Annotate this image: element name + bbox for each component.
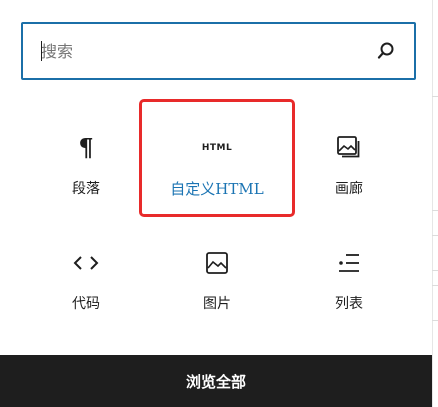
search-icon bbox=[377, 42, 394, 59]
browse-all-label: 浏览全部 bbox=[185, 372, 246, 391]
block-label: 段落 bbox=[72, 181, 100, 197]
block-label: 图片 bbox=[203, 296, 231, 312]
background-edge bbox=[432, 0, 438, 407]
block-list[interactable]: 列表 bbox=[284, 215, 414, 315]
code-icon bbox=[72, 245, 100, 281]
block-paragraph[interactable]: ¶ 段落 bbox=[21, 100, 151, 200]
block-gallery[interactable]: 画廊 bbox=[284, 100, 414, 200]
block-image[interactable]: 图片 bbox=[152, 215, 282, 315]
search-input[interactable] bbox=[23, 24, 358, 78]
background-divider bbox=[432, 96, 438, 97]
selection-highlight bbox=[139, 99, 295, 217]
search-button[interactable] bbox=[358, 24, 414, 78]
block-label: 代码 bbox=[72, 296, 100, 312]
browse-all-button[interactable]: 浏览全部 bbox=[0, 355, 432, 407]
search-box bbox=[21, 22, 416, 80]
block-inserter-panel: ¶ 段落 HTML 自定义HTML 画廊 代码 bbox=[0, 0, 432, 407]
background-divider bbox=[432, 235, 438, 236]
background-divider bbox=[432, 210, 438, 211]
background-divider bbox=[432, 270, 438, 271]
background-divider bbox=[432, 285, 438, 286]
gallery-icon bbox=[336, 130, 362, 166]
block-label: 列表 bbox=[335, 296, 363, 312]
text-cursor bbox=[41, 41, 42, 61]
image-icon bbox=[204, 245, 230, 281]
background-divider bbox=[432, 320, 438, 321]
list-icon bbox=[336, 245, 362, 281]
block-code[interactable]: 代码 bbox=[21, 215, 151, 315]
block-label: 画廊 bbox=[335, 181, 363, 197]
paragraph-icon: ¶ bbox=[78, 133, 94, 162]
